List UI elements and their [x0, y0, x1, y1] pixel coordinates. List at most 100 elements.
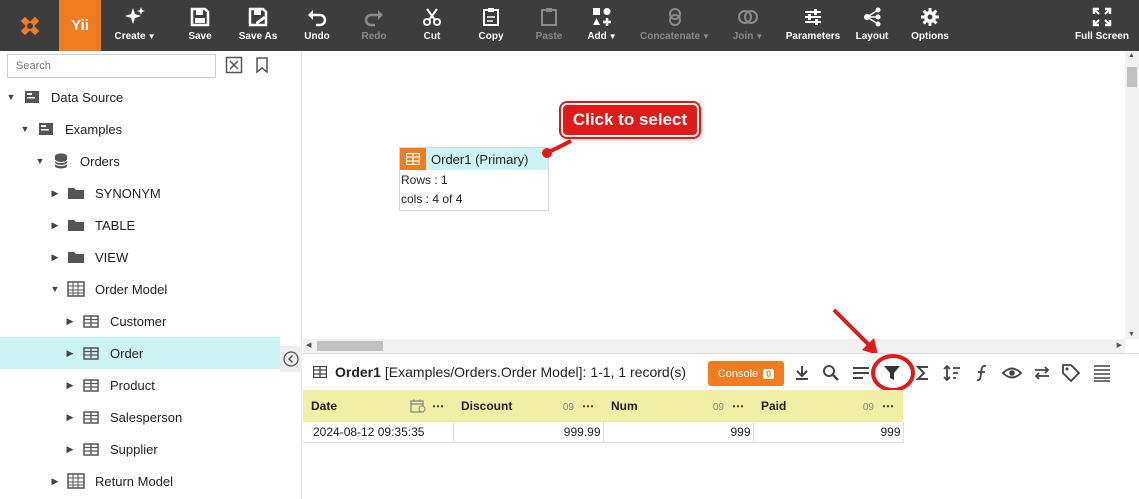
parameters-button[interactable]: Parameters [784, 0, 842, 51]
sort-icon[interactable] [942, 363, 962, 383]
column-menu-icon[interactable]: ⋯ [432, 399, 445, 413]
brand-logo: Yii [59, 0, 101, 51]
sigma-icon[interactable] [913, 363, 933, 383]
tree-item-label: Product [110, 377, 155, 393]
tree-item[interactable]: ▶ Supplier [0, 433, 280, 465]
tree-item[interactable]: ▼ Examples [0, 113, 280, 145]
formula-icon[interactable] [972, 363, 992, 383]
tree-item[interactable]: ▶ Product [0, 369, 280, 401]
undo-label: Undo [304, 31, 330, 42]
chevron-down-icon: ▼ [147, 32, 156, 41]
column-header-paid[interactable]: Paid 09 ⋯ [753, 390, 903, 422]
cell-paid[interactable]: 999 [753, 422, 904, 443]
tree-item-label: Salesperson [110, 409, 183, 425]
column-header-discount[interactable]: Discount 09 ⋯ [453, 390, 603, 422]
undo-button[interactable]: Undo [300, 0, 334, 51]
paste-button[interactable]: Paste [532, 0, 566, 51]
expanded-arrow-icon[interactable]: ▼ [20, 124, 30, 134]
copy-button[interactable]: Copy [474, 0, 508, 51]
full-screen-button[interactable]: Full Screen [1074, 0, 1130, 51]
collapse-panel-button[interactable] [280, 346, 302, 372]
collapsed-arrow-icon[interactable]: ▶ [65, 348, 75, 359]
tree-item[interactable]: ▶ SYNONYM [0, 177, 280, 209]
cell-discount[interactable]: 999.99 [453, 422, 604, 443]
app-logo[interactable] [0, 0, 59, 51]
click-to-select-callout: Click to select [561, 103, 699, 137]
date-type-icon [410, 399, 426, 413]
expanded-arrow-icon[interactable]: ▼ [50, 284, 60, 294]
options-label: Options [911, 31, 949, 42]
collapsed-arrow-icon[interactable]: ▶ [50, 476, 60, 487]
datasource-icon [37, 121, 55, 137]
folder-icon [67, 217, 85, 233]
table-row[interactable]: 2024-08-12 09:35:35 999.99 999 999 [303, 422, 904, 443]
column-header-num[interactable]: Num 09 ⋯ [603, 390, 753, 422]
collapsed-arrow-icon[interactable]: ▶ [65, 412, 75, 423]
layout-button[interactable]: Layout [854, 0, 890, 51]
tree-item[interactable]: ▶ TABLE [0, 209, 280, 241]
horizontal-scroll-thumb[interactable] [317, 341, 383, 351]
sort-rows-icon[interactable] [851, 363, 871, 383]
console-count-badge: 0 [763, 368, 775, 379]
table-node-cols: cols : 4 of 4 [401, 192, 463, 206]
collapsed-arrow-icon[interactable]: ▶ [50, 220, 60, 231]
tree-item[interactable]: ▶ Return Model [0, 465, 280, 497]
tree-item[interactable]: ▶ VIEW [0, 241, 280, 273]
concatenate-button[interactable]: Concatenate ▼ [638, 0, 712, 51]
redo-button[interactable]: Redo [358, 0, 390, 51]
bookmark-icon[interactable] [253, 56, 271, 74]
collapsed-arrow-icon[interactable]: ▶ [65, 444, 75, 455]
table-icon [82, 441, 100, 457]
table-node[interactable]: Order1 (Primary) Rows : 1 cols : 4 of 4 [399, 147, 549, 211]
tree-item[interactable]: ▶ Customer [0, 305, 280, 337]
collapsed-arrow-icon[interactable]: ▶ [50, 188, 60, 199]
expanded-arrow-icon[interactable]: ▼ [6, 92, 16, 102]
add-button[interactable]: Add ▼ [584, 0, 620, 51]
tree-item[interactable]: ▼ Orders [0, 145, 280, 177]
column-menu-icon[interactable]: ⋯ [582, 399, 595, 413]
save-as-button[interactable]: Save As [236, 0, 280, 51]
cell-num[interactable]: 999 [603, 422, 754, 443]
column-menu-icon[interactable]: ⋯ [882, 399, 895, 413]
save-button[interactable]: Save [182, 0, 218, 51]
search-icon[interactable] [821, 363, 841, 383]
tree-item[interactable]: ▶ Salesperson [0, 401, 280, 433]
copy-icon [483, 8, 499, 26]
tree-item-label: Orders [80, 153, 120, 169]
vertical-scroll-thumb[interactable] [1127, 67, 1137, 87]
scroll-down-icon[interactable]: ▼ [1128, 331, 1135, 338]
save-as-icon [248, 7, 268, 27]
column-header-date[interactable]: Date ⋯ [303, 390, 453, 422]
console-button[interactable]: Console 0 [708, 361, 784, 386]
table-node-header[interactable]: Order1 (Primary) [400, 148, 548, 170]
scroll-left-icon[interactable]: ◀ [306, 341, 311, 349]
model-canvas[interactable]: Order1 (Primary) Rows : 1 cols : 4 of 4 … [303, 51, 1139, 353]
collapsed-arrow-icon[interactable]: ▶ [50, 252, 60, 263]
collapsed-arrow-icon[interactable]: ▶ [65, 316, 75, 327]
options-button[interactable]: Options [910, 0, 950, 51]
tree-item[interactable]: ▶ Order [0, 337, 280, 369]
list-icon[interactable] [1092, 363, 1112, 383]
download-icon[interactable] [792, 363, 812, 383]
clear-icon[interactable] [225, 56, 243, 74]
collapsed-arrow-icon[interactable]: ▶ [65, 380, 75, 391]
tree-item[interactable]: ▼ Order Model [0, 273, 280, 305]
tree-item[interactable]: ▼ Data Source [0, 81, 280, 113]
horizontal-scrollbar[interactable]: ◀ ▶ [303, 339, 1125, 353]
tree-item-label: Return Model [95, 473, 174, 489]
cut-button[interactable]: Cut [418, 0, 446, 51]
search-input[interactable] [7, 54, 216, 78]
tag-icon[interactable] [1061, 363, 1081, 383]
cell-date[interactable]: 2024-08-12 09:35:35 [303, 422, 454, 443]
column-menu-icon[interactable]: ⋯ [732, 399, 745, 413]
create-button[interactable]: Create ▼ [110, 0, 160, 51]
swap-icon[interactable] [1032, 363, 1052, 383]
vertical-scrollbar[interactable]: ▲ ▼ [1125, 51, 1139, 339]
tree-item-label: SYNONYM [95, 185, 161, 201]
scroll-right-icon[interactable]: ▶ [1117, 341, 1122, 349]
scroll-up-icon[interactable]: ▲ [1128, 52, 1135, 59]
join-button[interactable]: Join ▼ [730, 0, 766, 51]
eye-icon[interactable] [1002, 363, 1022, 383]
expanded-arrow-icon[interactable]: ▼ [35, 156, 45, 166]
data-source-panel: ▼ Data Source ▼ Examples ▼ Orders ▶ SYNONYM ▶ TAB… [0, 51, 302, 499]
